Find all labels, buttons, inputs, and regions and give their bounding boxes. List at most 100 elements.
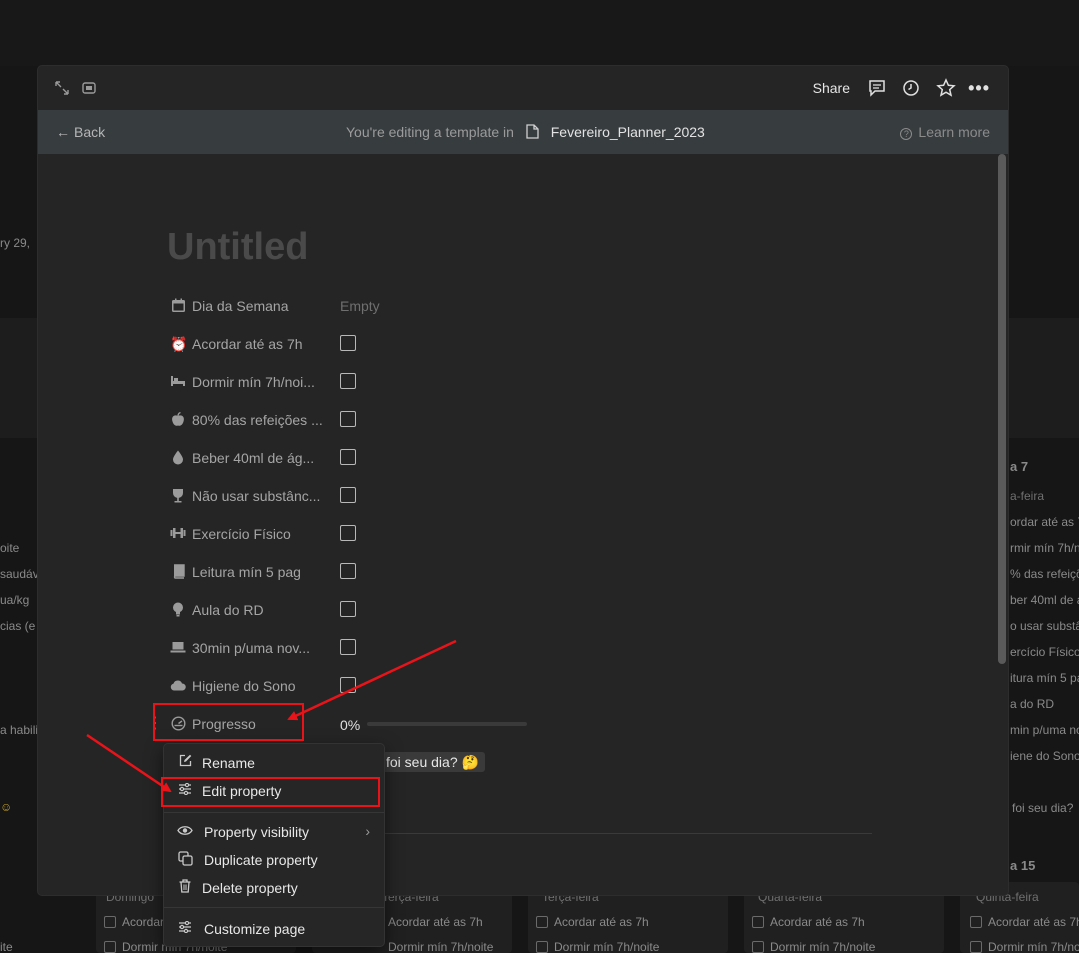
property-row-dormir[interactable]: Dormir mín 7h/noi... xyxy=(168,367,568,397)
share-button[interactable]: Share xyxy=(813,80,850,96)
learn-more-link[interactable]: ? Learn more xyxy=(900,124,990,140)
bg-column-item: % das refeições xyxy=(1010,567,1079,581)
duplicate-icon xyxy=(177,851,193,869)
bg-card-item: Dormir mín 7h/noite xyxy=(536,940,659,953)
bg-checkbox xyxy=(970,916,982,928)
property-checkbox[interactable] xyxy=(340,601,356,617)
property-name: Dormir mín 7h/noi... xyxy=(192,374,315,390)
bg-column-item: a-feira xyxy=(1010,489,1045,503)
property-row-refeicoes[interactable]: 80% das refeições ... xyxy=(168,405,568,435)
bg-column-item: rmir mín 7h/noite xyxy=(1010,541,1079,555)
property-checkbox[interactable] xyxy=(340,411,356,427)
property-name: 30min p/uma nov... xyxy=(192,640,311,656)
property-row-exercicio[interactable]: Exercício Físico xyxy=(168,519,568,549)
bed-icon xyxy=(170,374,186,390)
property-checkbox[interactable] xyxy=(340,335,356,351)
drop-icon xyxy=(170,450,186,466)
property-checkbox[interactable] xyxy=(340,449,356,465)
bg-card-item: Dormir mín 7h/noite xyxy=(970,940,1079,953)
property-checkbox[interactable] xyxy=(340,563,356,579)
bg-card-item: Dormir mín 7h/noite xyxy=(388,940,494,953)
bg-column-item: min p/uma no xyxy=(1010,723,1079,737)
property-checkbox[interactable] xyxy=(340,677,356,693)
prompt-pill[interactable]: foi seu dia? 🤔 xyxy=(380,752,485,772)
modal-topbar: Share ••• xyxy=(38,66,1008,110)
bg-checkbox xyxy=(752,916,764,928)
bg-fragment: ite xyxy=(0,940,13,953)
progress-bar xyxy=(367,722,527,726)
bg-column-item: ercício Físico xyxy=(1010,645,1079,659)
property-row-leitura[interactable]: Leitura mín 5 pag xyxy=(168,557,568,587)
bg-checkbox xyxy=(752,941,764,953)
bg-fragment: ua/kg xyxy=(0,593,30,607)
more-options-icon[interactable]: ••• xyxy=(968,79,990,97)
bg-column-item: itura mín 5 pag xyxy=(1010,671,1079,685)
bg-column-title: a 15 xyxy=(1010,858,1036,873)
calendar-icon xyxy=(170,298,186,314)
property-checkbox[interactable] xyxy=(340,525,356,541)
annotation-highlight-progresso xyxy=(153,703,304,741)
bg-fragment: ☺ xyxy=(0,800,13,814)
bg-card-item: Acordar xyxy=(104,915,164,929)
property-row-30min[interactable]: 30min p/uma nov... xyxy=(168,633,568,663)
property-name: Exercício Físico xyxy=(192,526,291,542)
menu-item-rename[interactable]: Rename xyxy=(164,748,384,776)
property-context-menu: Rename Edit property Property visibility… xyxy=(164,744,384,946)
eye-icon xyxy=(177,823,193,839)
comment-icon[interactable] xyxy=(868,79,886,100)
property-row-substancias[interactable]: Não usar substânc... xyxy=(168,481,568,511)
scrollbar[interactable] xyxy=(998,154,1006,664)
bg-column-item: a do RD xyxy=(1010,697,1055,711)
property-value-empty[interactable]: Empty xyxy=(340,298,380,314)
laptop-icon xyxy=(170,640,186,656)
bg-card-item: Acordar até as 7h xyxy=(970,915,1079,929)
template-banner: ← Back You're editing a template in Fever… xyxy=(38,110,1008,154)
property-name: 80% das refeições ... xyxy=(192,412,323,428)
menu-item-customize-page[interactable]: Customize page xyxy=(164,914,384,942)
bg-column-item: foi seu dia? xyxy=(1012,801,1074,815)
menu-item-duplicate-property[interactable]: Duplicate property xyxy=(164,845,384,873)
bg-column-item: ber 40ml de ág xyxy=(1010,593,1079,607)
back-button[interactable]: ← Back xyxy=(56,124,105,140)
bg-card-item: Acordar até as 7h xyxy=(388,915,483,929)
peek-mode-icon[interactable] xyxy=(81,80,97,99)
menu-item-property-visibility[interactable]: Property visibility › xyxy=(164,817,384,845)
history-clock-icon[interactable] xyxy=(902,79,920,100)
bg-fragment: a habili xyxy=(0,723,39,737)
bg-checkbox xyxy=(536,916,548,928)
page-title[interactable]: Untitled xyxy=(167,226,308,269)
sliders-icon xyxy=(177,920,193,936)
dumbbell-icon xyxy=(170,526,186,542)
menu-item-delete-property[interactable]: Delete property xyxy=(164,873,384,901)
property-row-aula[interactable]: Aula do RD xyxy=(168,595,568,625)
property-row-acordar[interactable]: ⏰ Acordar até as 7h xyxy=(168,329,568,359)
expand-icon[interactable] xyxy=(54,80,70,99)
property-row-beber[interactable]: Beber 40ml de ág... xyxy=(168,443,568,473)
star-icon[interactable] xyxy=(936,78,956,101)
bg-top-band xyxy=(0,0,1079,66)
property-checkbox[interactable] xyxy=(340,373,356,389)
menu-separator xyxy=(164,812,384,813)
bg-column-item: ordar até as 7h xyxy=(1010,515,1079,529)
book-icon xyxy=(170,564,186,580)
property-row-dia-da-semana[interactable]: Dia da Semana Empty xyxy=(168,291,568,321)
bg-card-item: Acordar até as 7h xyxy=(536,915,649,929)
property-checkbox[interactable] xyxy=(340,639,356,655)
bg-checkbox xyxy=(970,941,982,953)
bg-fragment: oite xyxy=(0,541,20,555)
trash-icon xyxy=(177,879,193,896)
template-doc-link[interactable]: Fevereiro_Planner_2023 xyxy=(551,124,705,140)
bg-checkbox xyxy=(104,916,116,928)
property-checkbox[interactable] xyxy=(340,487,356,503)
property-name: Aula do RD xyxy=(192,602,264,618)
annotation-highlight-edit-property xyxy=(161,777,380,807)
bg-column-title: a 7 xyxy=(1010,459,1029,474)
bg-checkbox xyxy=(536,941,548,953)
property-name: Acordar até as 7h xyxy=(192,336,303,352)
property-row-higiene[interactable]: Higiene do Sono xyxy=(168,671,568,701)
progress-value: 0% xyxy=(340,717,361,733)
apple-icon xyxy=(170,411,186,428)
property-name: Beber 40ml de ág... xyxy=(192,450,315,466)
bg-checkbox xyxy=(104,941,116,953)
help-circle-icon: ? xyxy=(900,128,913,140)
